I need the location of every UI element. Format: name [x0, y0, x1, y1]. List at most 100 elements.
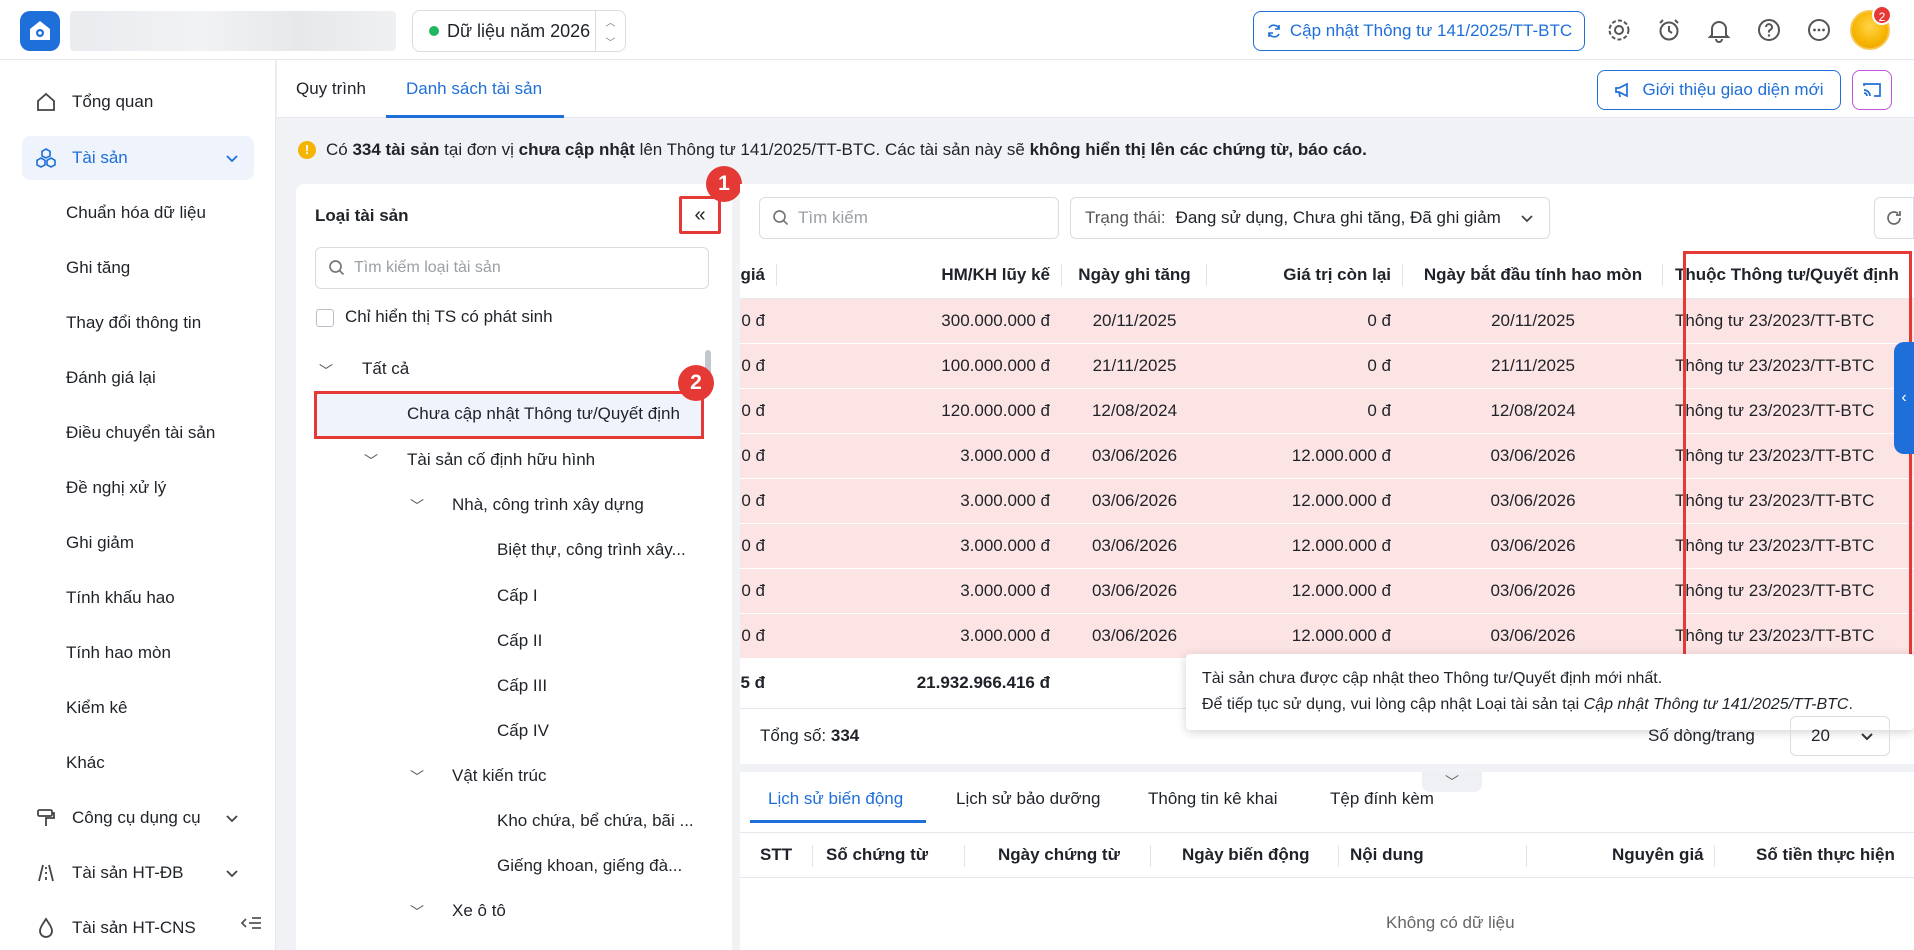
- tree-node-all[interactable]: Tất cả: [362, 359, 409, 379]
- tab-change-history[interactable]: Lịch sử biến động: [768, 789, 903, 809]
- sidebar-subitem[interactable]: Kiểm kê: [66, 698, 127, 718]
- tree-node[interactable]: Tài sản cố định hữu hình: [407, 450, 595, 470]
- sidebar-subitem[interactable]: Ghi tăng: [66, 258, 130, 278]
- help-icon[interactable]: [1756, 17, 1782, 43]
- search-placeholder: Tìm kiếm loại tài sản: [354, 259, 501, 276]
- tree-node[interactable]: Cấp I: [497, 586, 538, 606]
- col-header-voucher-no[interactable]: Số chứng từ: [826, 845, 928, 865]
- cell-depreciation-start: 03/06/2026: [1403, 478, 1663, 524]
- cast-button[interactable]: [1852, 70, 1892, 110]
- more-icon[interactable]: [1806, 17, 1832, 43]
- table-row[interactable]: 0 đ 3.000.000 đ 03/06/2026 12.000.000 đ 03/0…: [740, 523, 1914, 569]
- tab-process[interactable]: Quy trình: [296, 79, 366, 99]
- sidebar-subitem[interactable]: Đánh giá lại: [66, 368, 156, 388]
- table-row[interactable]: 0 đ 3.000.000 đ 03/06/2026 12.000.000 đ 03/0…: [740, 613, 1914, 659]
- col-header-increase-date[interactable]: Ngày ghi tăng: [1062, 252, 1207, 299]
- chevron-up-icon[interactable]: ︿: [596, 11, 625, 31]
- chevron-down-icon[interactable]: ﹀: [319, 361, 333, 381]
- tree-node[interactable]: Giếng khoan, giếng đà...: [497, 856, 682, 876]
- cell-remaining-value: 12.000.000 đ: [1207, 568, 1403, 614]
- year-selector[interactable]: Dữ liệu năm 2026 ︿ ﹀: [412, 10, 626, 52]
- sidebar-subitem[interactable]: Tính khấu hao: [66, 588, 175, 608]
- tree-node[interactable]: Xe ô tô: [452, 901, 506, 921]
- tab-attachments[interactable]: Tệp đính kèm: [1330, 789, 1434, 809]
- settings-icon[interactable]: [1606, 17, 1632, 43]
- rows-per-page-select[interactable]: 20: [1790, 716, 1890, 756]
- sidebar-subitem[interactable]: Điều chuyển tài sản: [66, 423, 215, 443]
- sidebar-item-infra-road[interactable]: Tài sản HT-ĐB: [22, 851, 254, 895]
- tree-node[interactable]: Vật kiến trúc: [452, 766, 547, 786]
- col-header-accum-depreciation[interactable]: HM/KH lũy kế: [777, 252, 1062, 299]
- sidebar-subitem[interactable]: Đề nghị xử lý: [66, 478, 166, 498]
- update-circular-button[interactable]: Cập nhật Thông tư 141/2025/TT-BTC: [1253, 11, 1585, 51]
- table-row[interactable]: 0 đ 3.000.000 đ 03/06/2026 12.000.000 đ 03/0…: [740, 568, 1914, 614]
- asset-search-input[interactable]: Tìm kiếm: [759, 197, 1059, 239]
- table-row[interactable]: 0 đ 3.000.000 đ 03/06/2026 12.000.000 đ 03/0…: [740, 433, 1914, 479]
- tree-node[interactable]: Nhà, công trình xây dựng: [452, 495, 644, 515]
- column-divider: [1714, 845, 1715, 867]
- total-label: Tổng số:: [760, 726, 831, 745]
- alarm-clock-icon[interactable]: [1656, 17, 1682, 43]
- col-header-change-date[interactable]: Ngày biến động: [1182, 845, 1310, 865]
- checkbox-label: Chỉ hiển thị TS có phát sinh: [345, 307, 553, 326]
- sidebar-subitem[interactable]: Chuẩn hóa dữ liệu: [66, 203, 206, 223]
- app-logo[interactable]: [20, 11, 60, 51]
- asset-type-search-input[interactable]: Tìm kiếm loại tài sản: [315, 247, 709, 289]
- col-header-voucher-date[interactable]: Ngày chứng từ: [998, 845, 1120, 865]
- tree-node[interactable]: Cấp III: [497, 676, 547, 696]
- col-header-circular[interactable]: Thuộc Thông tư/Quyết định: [1663, 252, 1914, 299]
- chevron-down-icon[interactable]: ﹀: [410, 496, 424, 516]
- table-row[interactable]: 0 đ 120.000.000 đ 12/08/2024 0 đ 12/08/2024 T…: [740, 388, 1914, 434]
- table-row[interactable]: 0 đ 100.000.000 đ 21/11/2025 0 đ 21/11/2025 T…: [740, 343, 1914, 389]
- tree-node-not-updated[interactable]: Chưa cập nhật Thông tư/Quyết định: [407, 404, 680, 424]
- col-header-amount[interactable]: Số tiền thực hiện: [1756, 845, 1895, 865]
- cell-increase-date: 03/06/2026: [1062, 433, 1207, 479]
- notice-text: tại đơn vị: [439, 140, 519, 159]
- sidebar-item-tools[interactable]: Công cụ dụng cụ: [22, 796, 254, 840]
- cell-cost: 0 đ: [740, 388, 777, 434]
- sidebar-item-overview[interactable]: Tổng quan: [22, 80, 254, 124]
- tab-declaration-info[interactable]: Thông tin kê khai: [1148, 789, 1277, 809]
- chevron-down-icon[interactable]: ﹀: [364, 451, 378, 471]
- side-drawer-handle[interactable]: ‹: [1894, 342, 1914, 454]
- tree-node[interactable]: Biệt thự, công trình xây...: [497, 540, 686, 560]
- sidebar-item-infra-water[interactable]: Tài sản HT-CNS: [22, 906, 230, 950]
- year-stepper[interactable]: ︿ ﹀: [595, 11, 625, 51]
- table-row[interactable]: 0 đ 300.000.000 đ 20/11/2025 0 đ 20/11/2025 T…: [740, 298, 1914, 344]
- sidebar-subitem[interactable]: Tính hao mòn: [66, 643, 171, 663]
- tab-asset-list[interactable]: Danh sách tài sản: [406, 79, 542, 99]
- tab-maintenance-history[interactable]: Lịch sử bảo dưỡng: [956, 789, 1101, 809]
- water-drop-icon: [39, 917, 53, 938]
- col-header-depreciation-start[interactable]: Ngày bắt đầu tính hao mòn: [1403, 252, 1663, 299]
- sidebar-subitem[interactable]: Thay đổi thông tin: [66, 313, 201, 333]
- tree-node[interactable]: Kho chứa, bể chứa, bãi ...: [497, 811, 694, 831]
- cell-remaining-value: 0 đ: [1207, 343, 1403, 389]
- cell-depreciation-start: 21/11/2025: [1403, 343, 1663, 389]
- bell-icon[interactable]: [1706, 17, 1732, 43]
- col-header-cost[interactable]: giá: [740, 252, 777, 299]
- sidebar-item-assets[interactable]: Tài sản: [22, 136, 254, 180]
- collapse-panel-button[interactable]: «: [679, 196, 721, 234]
- tooltip-text: .: [1848, 696, 1853, 713]
- sidebar-subitem[interactable]: Khác: [66, 753, 105, 773]
- tooltip-text: Để tiếp tục sử dụng, vui lòng cập nhật L…: [1202, 696, 1584, 713]
- only-active-checkbox[interactable]: [316, 309, 334, 327]
- tree-node[interactable]: Cấp IV: [497, 721, 549, 741]
- col-header-content[interactable]: Nội dung: [1350, 845, 1424, 865]
- refresh-icon: [1268, 24, 1280, 38]
- table-row[interactable]: 0 đ 3.000.000 đ 03/06/2026 12.000.000 đ 03/0…: [740, 478, 1914, 524]
- refresh-button[interactable]: [1874, 197, 1914, 239]
- col-header-original-cost[interactable]: Nguyên giá: [1612, 845, 1704, 865]
- cell-accum-depreciation: 3.000.000 đ: [777, 568, 1062, 614]
- chevron-down-icon[interactable]: ﹀: [410, 767, 424, 787]
- status-filter-select[interactable]: Trạng thái: Đang sử dụng, Chưa ghi tăng,…: [1070, 197, 1550, 239]
- chevron-down-icon[interactable]: ﹀: [596, 31, 625, 51]
- asset-table: giá HM/KH lũy kế Ngày ghi tăng Giá trị c…: [740, 252, 1914, 709]
- col-header-remaining-value[interactable]: Giá trị còn lại: [1207, 252, 1403, 299]
- chevron-down-icon[interactable]: ﹀: [410, 902, 424, 922]
- collapse-sidebar-icon[interactable]: [236, 908, 266, 938]
- tree-node[interactable]: Cấp II: [497, 631, 542, 651]
- sidebar-subitem[interactable]: Ghi giảm: [66, 533, 134, 553]
- col-header-stt[interactable]: STT: [760, 845, 792, 865]
- intro-new-ui-button[interactable]: Giới thiệu giao diện mới: [1597, 70, 1841, 110]
